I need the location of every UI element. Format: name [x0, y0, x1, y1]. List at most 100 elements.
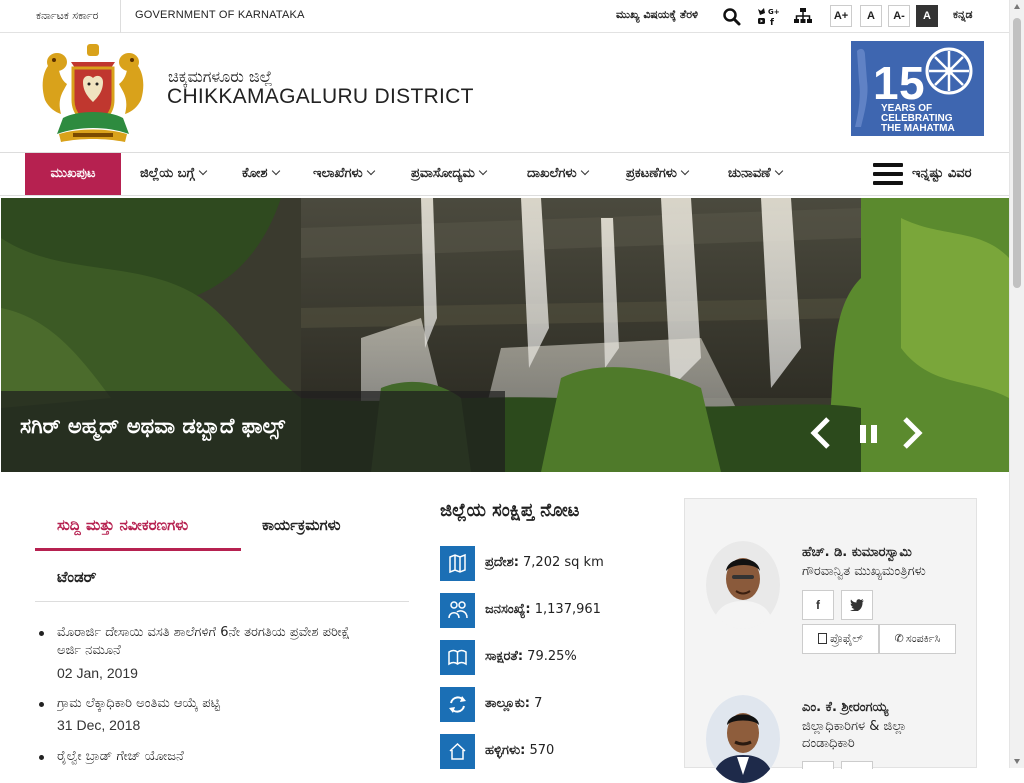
tab-events[interactable]: ಕಾರ್ಯಕ್ರಮಗಳು — [262, 516, 341, 534]
previous-slide-icon[interactable] — [808, 416, 834, 450]
glance-value: 79.25% — [527, 649, 577, 664]
glance-value: 7 — [534, 696, 543, 711]
nav-item-label: ಇಲಾಖೆಗಳು — [313, 166, 363, 181]
nav-item-tourism[interactable]: ಪ್ರವಾಸೋದ್ಯಮ — [411, 166, 488, 181]
list-item: ಗ್ರಾಮ ಲೆಕ್ಕಾಧಿಕಾರಿ ಅಂತಿಮ ಆಯ್ಕೆ ಪಟ್ಟಿ 31 … — [36, 695, 409, 737]
glance-label: ಹಳ್ಳಿಗಳು: — [485, 743, 526, 758]
page-scrollbar[interactable] — [1009, 0, 1024, 768]
svg-text:5: 5 — [899, 57, 925, 109]
sitemap-icon[interactable] — [793, 7, 813, 25]
nav-item-documents[interactable]: ದಾಖಲೆಗಳು — [527, 166, 589, 181]
divider — [120, 0, 121, 33]
next-slide-icon[interactable] — [899, 416, 925, 450]
font-increase-button[interactable]: A+ — [830, 5, 852, 27]
chevron-down-icon — [478, 166, 488, 176]
search-icon[interactable] — [722, 7, 742, 27]
active-tab-indicator — [35, 548, 241, 551]
nav-item-label: ಪ್ರಕಟಣೆಗಳು — [626, 166, 677, 181]
official-role: ಜಿಲ್ಲಾಧಿಕಾರಿಗಳ & ಜಿಲ್ಲಾ — [802, 719, 907, 734]
official-role-continued: ದಂಡಾಧಿಕಾರಿ — [802, 736, 855, 751]
list-item: ರೈಲ್ವೇ ಬ್ರಾಡ್ ಗೇಜ್ ಯೋಜನೆ — [36, 748, 409, 768]
map-icon — [440, 546, 475, 581]
chevron-down-icon — [271, 166, 280, 176]
news-item-link[interactable]: ಮೊರಾರ್ಜಿ ದೇಸಾಯಿ ವಸತಿ ಶಾಲೆಗಳಿಗೆ 6ನೇ ತರಗತಿ… — [57, 624, 409, 642]
scroll-down-icon[interactable] — [1014, 759, 1020, 764]
govt-kannada-label: ಕರ್ನಾಟಕ ಸರ್ಕಾರ — [36, 9, 99, 22]
svg-text:f: f — [770, 18, 774, 26]
svg-text:1: 1 — [873, 57, 899, 109]
glance-label: ಪ್ರದೇಶ: — [485, 555, 519, 570]
glance-label: ಸಾಕ್ಷರತೆ: — [485, 649, 524, 664]
district-glance-heading: ಜಿಲ್ಲೆಯ ಸಂಕ್ಷಿಪ್ತ ನೋಟ — [440, 500, 580, 521]
karnataka-emblem-logo[interactable] — [37, 40, 149, 148]
news-item-link-continued[interactable]: ಅರ್ಜಿ ನಮೂನೆ — [57, 642, 409, 660]
nav-item-departments[interactable]: ಇಲಾಖೆಗಳು — [313, 166, 375, 181]
nav-item-notices[interactable]: ಪ್ರಕಟಣೆಗಳು — [626, 166, 690, 181]
slide-caption-text: ಸಗಿರ್ ಅಹ್ಮದ್ ಅಥವಾ ಡಬ್ಬಾದೆ ಫಾಲ್ಸ್ — [20, 414, 285, 438]
facebook-icon[interactable]: f — [802, 590, 834, 620]
chevron-down-icon — [680, 166, 690, 176]
skip-to-main-link[interactable]: ಮುಖ್ಯ ವಿಷಯಕ್ಕೆ ತೆರಳಿ — [616, 8, 698, 22]
bullet-icon — [39, 702, 44, 707]
more-details-link[interactable]: ಇನ್ನಷ್ಟು ವಿವರ — [912, 166, 971, 181]
nav-item-directory[interactable]: ಕೋಶ — [242, 166, 280, 181]
official-name: ಎಂ. ಕೆ. ಶ್ರೀರಂಗಯ್ಯ — [802, 700, 889, 715]
glance-value: 7,202 sq km — [523, 555, 604, 570]
contact-button[interactable]: ✆ ಸಂಪರ್ಕಿಸಿ — [879, 624, 956, 654]
news-section-heading: ಟೆಂಡರ್ — [57, 568, 97, 586]
high-contrast-button[interactable]: A — [916, 5, 938, 27]
language-switch-link[interactable]: ಕನ್ನಡ — [953, 8, 973, 22]
slide-caption: ಸಗಿರ್ ಅಹ್ಮದ್ ಅಥವಾ ಡಬ್ಬಾದೆ ಫಾಲ್ಸ್ — [1, 391, 505, 472]
glance-item: ಜನಸಂಖ್ಯೆ: 1,137,961 — [440, 593, 680, 628]
gandhi-150-banner[interactable]: 1 5 YEARS OF CELEBRATING THE MAHATMA — [851, 41, 984, 136]
tab-news-updates[interactable]: ಸುದ್ದಿ ಮತ್ತು ನವೀಕರಣಗಳು — [57, 516, 188, 534]
news-item-date: 02 Jan, 2019 — [57, 665, 138, 681]
contact-button-label: ಸಂಪರ್ಕಿಸಿ — [905, 632, 941, 645]
district-name-kannada: ಚಿಕ್ಕಮಗಳೂರು ಜಿಲ್ಲೆ — [168, 67, 273, 86]
glance-label: ಜನಸಂಖ್ಯೆ: — [485, 602, 531, 617]
official-role: ಗೌರವಾನ್ವಿತ ಮುಖ್ಯಮಂತ್ರಿಗಳು — [802, 564, 926, 579]
avatar — [706, 541, 780, 629]
twitter-icon[interactable] — [841, 590, 873, 620]
nav-item-label: ದಾಖಲೆಗಳು — [527, 166, 577, 181]
banner-line-3: THE MAHATMA — [881, 123, 955, 134]
glance-label: ತಾಲ್ಲೂಕು: — [485, 696, 530, 711]
avatar — [706, 695, 780, 783]
news-item-link[interactable]: ಗ್ರಾಮ ಲೆಕ್ಕಾಧಿಕಾರಿ ಅಂತಿಮ ಆಯ್ಕೆ ಪಟ್ಟಿ — [57, 695, 409, 713]
font-normal-button[interactable]: A — [860, 5, 882, 27]
document-icon — [818, 633, 828, 644]
chevron-down-icon — [198, 166, 208, 176]
pause-slide-icon[interactable] — [858, 423, 880, 445]
list-item: ಮೊರಾರ್ಜಿ ದೇಸಾಯಿ ವಸತಿ ಶಾಲೆಗಳಿಗೆ 6ನೇ ತರಗತಿ… — [36, 624, 409, 684]
news-item-date: 31 Dec, 2018 — [57, 717, 141, 733]
profile-button-label: ಪ್ರೊಫೈಲ್ — [830, 632, 863, 645]
nav-item-label: ಚುನಾವಣೆ — [728, 166, 771, 181]
hamburger-menu-icon[interactable] — [873, 163, 903, 185]
official-name: ಹೆಚ್. ಡಿ. ಕುಮಾರಸ್ವಾಮಿ — [802, 545, 912, 560]
nav-home[interactable]: ಮುಖಪುಟ — [25, 153, 121, 195]
nav-item-label: ಪ್ರವಾಸೋದ್ಯಮ — [411, 166, 475, 181]
people-icon — [440, 593, 475, 628]
chevron-down-icon — [580, 166, 589, 176]
govt-english-label: GOVERNMENT OF KARNATAKA — [135, 9, 305, 21]
profile-button[interactable]: ಪ್ರೊಫೈಲ್ — [802, 624, 879, 654]
news-item-link[interactable]: ರೈಲ್ವೇ ಬ್ರಾಡ್ ಗೇಜ್ ಯೋಜನೆ — [57, 748, 409, 766]
nav-item-label: ಕೋಶ — [242, 166, 268, 181]
scroll-up-icon[interactable] — [1014, 4, 1020, 9]
bullet-icon — [39, 755, 44, 760]
social-media-icon[interactable]: G+ f — [757, 6, 780, 28]
district-name-english: CHIKKAMAGALURU DISTRICT — [167, 85, 474, 108]
glance-item: ತಾಲ್ಲೂಕು: 7 — [440, 687, 680, 722]
main-navigation: ಮುಖಪುಟ ಜಿಲ್ಲೆಯ ಬಗ್ಗೆ ಕೋಶ ಇಲಾಖೆಗಳು ಪ್ರವಾಸ… — [0, 152, 1009, 196]
bullet-icon — [39, 631, 44, 636]
divider — [35, 601, 409, 602]
officials-panel: ಹೆಚ್. ಡಿ. ಕುಮಾರಸ್ವಾಮಿ ಗೌರವಾನ್ವಿತ ಮುಖ್ಯಮಂ… — [684, 498, 977, 783]
book-icon — [440, 640, 475, 675]
hero-slider: ಸಗಿರ್ ಅಹ್ಮದ್ ಅಥವಾ ಡಬ್ಬಾದೆ ಫಾಲ್ಸ್ — [1, 198, 1009, 472]
scrollbar-thumb[interactable] — [1013, 18, 1021, 288]
font-decrease-button[interactable]: A- — [888, 5, 910, 27]
nav-item-about-district[interactable]: ಜಿಲ್ಲೆಯ ಬಗ್ಗೆ — [140, 166, 208, 181]
glance-value: 570 — [529, 743, 555, 758]
chevron-down-icon — [774, 166, 783, 176]
nav-item-election[interactable]: ಚುನಾವಣೆ — [728, 166, 783, 181]
